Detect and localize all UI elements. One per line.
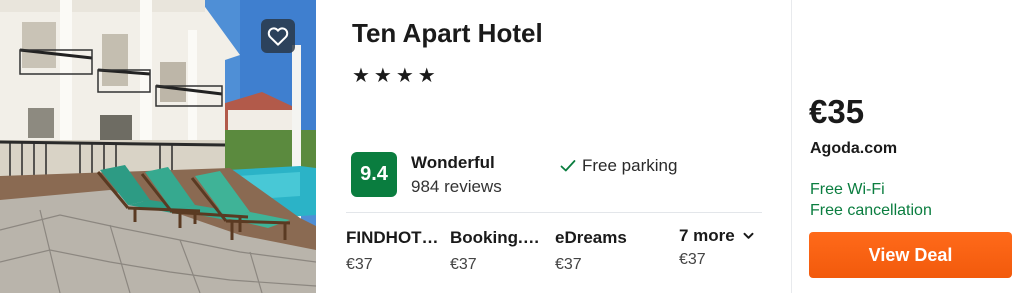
heart-icon bbox=[267, 27, 289, 46]
perk-free-wifi: Free Wi-Fi bbox=[810, 181, 885, 198]
provider-name: Booking.… bbox=[450, 228, 540, 247]
provider-price: €37 bbox=[450, 256, 477, 273]
provider-price: €37 bbox=[346, 256, 373, 273]
hotel-result-card[interactable]: Ten Apart Hotel ★★★★ 9.4 Wonderful 984 r… bbox=[0, 0, 1024, 293]
divider bbox=[346, 212, 762, 213]
more-providers-label: 7 more bbox=[679, 226, 735, 245]
provider-offer-findhotel[interactable]: FINDHOT… €37 bbox=[346, 228, 446, 274]
amenity-label: Free parking bbox=[582, 156, 678, 175]
deal-source: Agoda.com bbox=[810, 140, 898, 157]
chevron-down-icon bbox=[743, 232, 754, 239]
perk-free-cancellation: Free cancellation bbox=[810, 202, 932, 219]
review-count[interactable]: 984 reviews bbox=[411, 177, 502, 197]
star-rating: ★★★★ bbox=[352, 65, 440, 87]
provider-offer-edreams[interactable]: eDreams €37 bbox=[555, 228, 655, 274]
amenity-free-parking: Free parking bbox=[560, 156, 677, 176]
provider-name: FINDHOT… bbox=[346, 228, 439, 247]
column-divider bbox=[791, 0, 792, 293]
check-icon bbox=[560, 160, 576, 172]
favorite-button[interactable] bbox=[261, 19, 295, 53]
hotel-photo[interactable] bbox=[0, 0, 316, 293]
provider-price: €37 bbox=[555, 256, 582, 273]
more-providers-price: €37 bbox=[679, 251, 706, 268]
more-providers-button[interactable]: 7 more €37 bbox=[679, 226, 754, 269]
provider-name: eDreams bbox=[555, 228, 627, 247]
rating-score-badge: 9.4 bbox=[351, 152, 397, 197]
best-price: €35 bbox=[809, 93, 865, 130]
provider-offer-booking[interactable]: Booking.… €37 bbox=[450, 228, 550, 274]
view-deal-button[interactable]: View Deal bbox=[809, 232, 1012, 278]
hotel-name[interactable]: Ten Apart Hotel bbox=[352, 18, 543, 49]
rating-label: Wonderful bbox=[411, 153, 495, 172]
